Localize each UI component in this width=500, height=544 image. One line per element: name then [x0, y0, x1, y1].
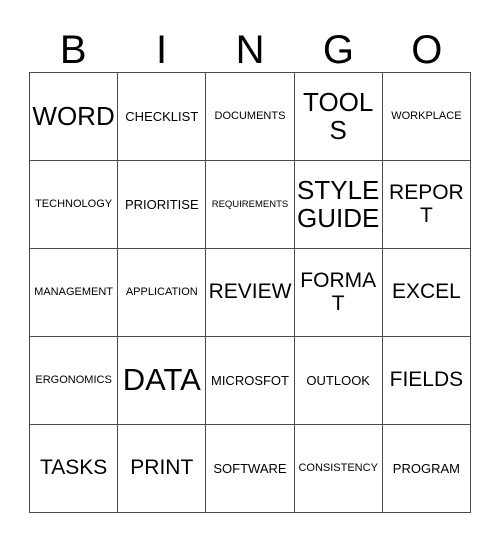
bingo-cell[interactable]: EXCEL — [382, 249, 471, 337]
bingo-card: B I N G O WORD CHECKLIST DOCUMENTS TOOLS… — [29, 10, 471, 513]
bingo-cell[interactable]: DATA — [118, 337, 207, 425]
bingo-cell[interactable]: PROGRAM — [382, 425, 471, 513]
bingo-cell[interactable]: SOFTWARE — [206, 425, 295, 513]
bingo-cell-label: TASKS — [39, 456, 108, 480]
bingo-cell-label: PRINT — [130, 456, 194, 480]
bingo-cell[interactable]: TASKS — [30, 425, 119, 513]
bingo-header-letter-n: N — [235, 28, 265, 72]
bingo-cell-label: EXCEL — [391, 280, 461, 304]
bingo-cell[interactable]: APPLICATION — [118, 249, 207, 337]
bingo-header-letter-i: I — [156, 28, 168, 72]
bingo-cell-label: MANAGEMENT — [34, 285, 114, 298]
bingo-cell[interactable]: CONSISTENCY — [294, 425, 383, 513]
bingo-cell[interactable]: ERGONOMICS — [30, 337, 119, 425]
bingo-cell[interactable]: WORD — [30, 73, 119, 161]
bingo-cell-label: MICROSFOT — [210, 372, 289, 388]
bingo-cell-label: REVIEW — [208, 280, 292, 304]
bingo-cell[interactable]: PRIORITISE — [118, 161, 207, 249]
bingo-cell[interactable]: WORKPLACE — [382, 73, 471, 161]
bingo-cell[interactable]: PRINT — [118, 425, 207, 513]
bingo-cell-label: ERGONOMICS — [35, 373, 112, 386]
bingo-cell-label: DOCUMENTS — [214, 109, 286, 122]
bingo-cell[interactable]: REPORT — [382, 161, 471, 249]
bingo-cell-label: PRIORITISE — [124, 196, 199, 212]
bingo-cell-label: SOFTWARE — [213, 460, 287, 476]
bingo-cell[interactable]: REQUIREMENTS — [206, 161, 295, 249]
bingo-cell-label: CHECKLIST — [125, 108, 199, 124]
bingo-header-letter-o: O — [411, 28, 443, 72]
bingo-cell-label: STYLE GUIDE — [297, 175, 380, 233]
bingo-cell-label: DATA — [122, 362, 201, 398]
bingo-cell-label: APPLICATION — [125, 285, 198, 298]
bingo-cell[interactable]: FIELDS — [382, 337, 471, 425]
bingo-cell-label: TOOLS — [303, 87, 374, 145]
bingo-cell[interactable]: STYLE GUIDE — [294, 161, 383, 249]
bingo-cell[interactable]: FORMAT — [294, 249, 383, 337]
bingo-cell-label: FIELDS — [389, 368, 464, 392]
bingo-cell[interactable]: OUTLOOK — [294, 337, 383, 425]
bingo-cell-label: CONSISTENCY — [298, 461, 378, 474]
bingo-cell[interactable]: TOOLS — [294, 73, 383, 161]
bingo-cell[interactable]: MANAGEMENT — [30, 249, 119, 337]
bingo-cell[interactable]: REVIEW — [206, 249, 295, 337]
bingo-cell-label: FORMAT — [300, 269, 377, 315]
bingo-cell-label: WORKPLACE — [391, 109, 462, 122]
bingo-cell-label: OUTLOOK — [306, 372, 370, 388]
bingo-cell[interactable]: MICROSFOT — [206, 337, 295, 425]
bingo-header-letter-b: B — [59, 28, 87, 72]
bingo-cell[interactable]: CHECKLIST — [118, 73, 207, 161]
bingo-cell-label: REPORT — [389, 181, 464, 227]
bingo-cell-label: PROGRAM — [392, 460, 460, 476]
bingo-cell-label: WORD — [32, 100, 115, 131]
bingo-cell[interactable]: TECHNOLOGY — [30, 161, 119, 249]
bingo-cell-label: TECHNOLOGY — [35, 197, 113, 210]
bingo-cell[interactable]: DOCUMENTS — [206, 73, 295, 161]
bingo-header-row: B I N G O — [29, 10, 471, 72]
bingo-cell-label: REQUIREMENTS — [211, 198, 289, 210]
bingo-header-letter-g: G — [322, 28, 354, 72]
bingo-grid: WORD CHECKLIST DOCUMENTS TOOLS WORKPLACE… — [29, 72, 471, 513]
